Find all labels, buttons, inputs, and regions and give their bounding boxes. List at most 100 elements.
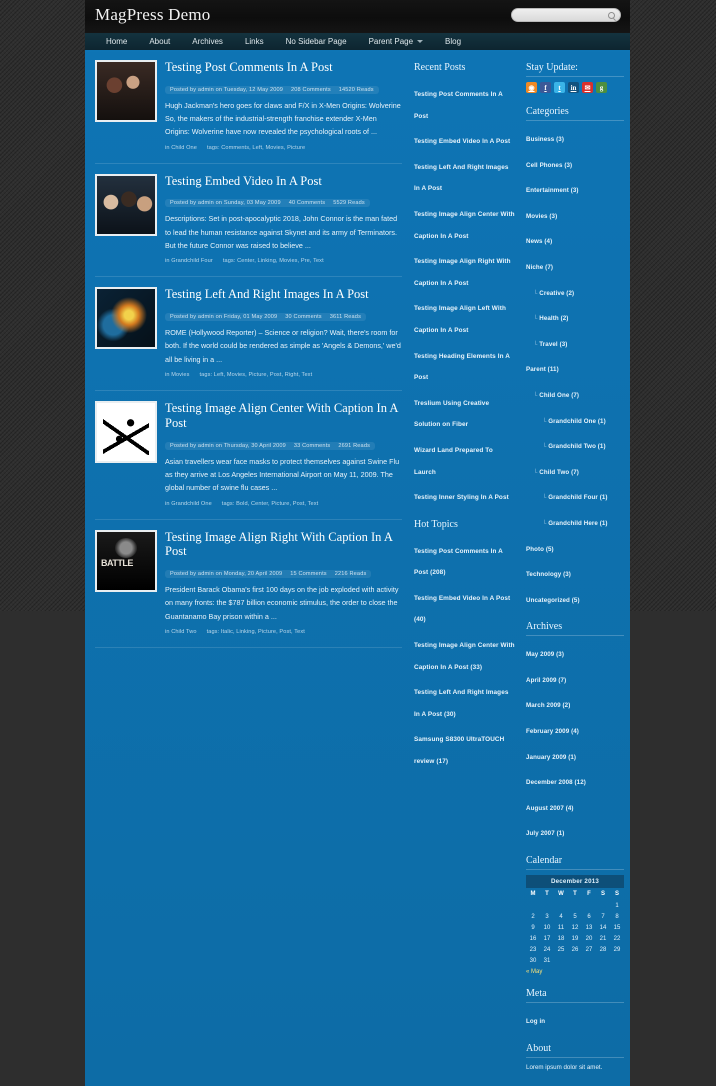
post-category[interactable]: in Grandchild Four (165, 258, 213, 264)
category-link[interactable]: Grandchild Here (1) (548, 520, 607, 527)
archive-link[interactable]: January 2009 (1) (526, 754, 576, 761)
category-link[interactable]: Technology (3) (526, 571, 571, 578)
calendar-day[interactable]: 25 (554, 944, 568, 955)
delicious-feed-icon[interactable]: ✉ (582, 82, 593, 93)
post-title-link[interactable]: Testing Post Comments In A Post (165, 60, 402, 75)
nav-item-parent-page[interactable]: Parent Page (358, 32, 434, 51)
category-link[interactable]: Photo (5) (526, 546, 554, 553)
archive-link[interactable]: May 2009 (3) (526, 651, 564, 658)
post-thumbnail[interactable] (95, 60, 157, 122)
category-link[interactable]: Entertainment (3) (526, 187, 579, 194)
calendar-day[interactable]: 23 (526, 944, 540, 955)
facebook-icon[interactable]: f (540, 82, 551, 93)
category-link[interactable]: Uncategorized (5) (526, 597, 580, 604)
calendar-day[interactable]: 3 (540, 911, 554, 922)
calendar-day[interactable]: 29 (610, 944, 624, 955)
search-icon[interactable] (608, 12, 615, 19)
calendar-day[interactable]: 14 (596, 922, 610, 933)
recent-post-link[interactable]: Testing Left And Right Images In A Post (414, 164, 509, 193)
calendar-day[interactable]: 2 (526, 911, 540, 922)
calendar-day[interactable]: 24 (540, 944, 554, 955)
hot-topic-link[interactable]: Testing Left And Right Images In A Post … (414, 689, 509, 718)
main-navigation[interactable]: Home About Archives Links No Sidebar Page Par… (85, 33, 630, 52)
calendar-day[interactable]: 13 (582, 922, 596, 933)
search-box[interactable] (511, 8, 621, 22)
recent-post-link[interactable]: Testing Heading Elements In A Post (414, 353, 510, 382)
calendar-day[interactable]: 10 (540, 922, 554, 933)
meta-link[interactable]: Log in (526, 1018, 545, 1025)
google-icon[interactable]: g (596, 82, 607, 93)
archive-link[interactable]: July 2007 (1) (526, 830, 564, 837)
category-link[interactable]: News (4) (526, 238, 552, 245)
calendar-day[interactable]: 28 (596, 944, 610, 955)
post-tags[interactable]: tags: Bold, Center, Picture, Post, Text (222, 501, 318, 507)
category-link[interactable]: Grandchild Four (1) (548, 494, 607, 501)
recent-post-link[interactable]: Testing Image Align Center With Caption … (414, 211, 515, 240)
calendar-day[interactable]: 5 (568, 911, 582, 922)
calendar-day[interactable]: 20 (582, 933, 596, 944)
post-title-link[interactable]: Testing Embed Video In A Post (165, 174, 402, 189)
calendar-day[interactable]: 17 (540, 933, 554, 944)
calendar-day[interactable]: 16 (526, 933, 540, 944)
recent-post-link[interactable]: Wizard Land Prepared To Laurch (414, 447, 493, 476)
category-link[interactable]: Grandchild One (1) (548, 418, 606, 425)
post-title-link[interactable]: Testing Image Align Center With Caption … (165, 401, 402, 431)
calendar-day[interactable]: 19 (568, 933, 582, 944)
post-category[interactable]: in Grandchild One (165, 501, 212, 507)
nav-item-links[interactable]: Links (234, 32, 275, 51)
category-link[interactable]: Movies (3) (526, 213, 557, 220)
post-title-link[interactable]: Testing Image Align Right With Caption I… (165, 530, 402, 560)
calendar-day[interactable]: 6 (582, 911, 596, 922)
post-thumbnail[interactable] (95, 173, 157, 236)
post-category[interactable]: in Child Two (165, 629, 197, 635)
calendar-day[interactable]: 31 (540, 955, 554, 966)
category-link[interactable]: Niche (7) (526, 264, 553, 271)
linkedin-icon[interactable]: in (568, 82, 579, 93)
hot-topic-link[interactable]: Testing Image Align Center With Caption … (414, 642, 515, 671)
category-link[interactable]: Child One (7) (539, 392, 579, 399)
nav-item-archives[interactable]: Archives (181, 32, 234, 51)
archive-link[interactable]: April 2009 (7) (526, 677, 566, 684)
calendar-day[interactable]: 30 (526, 955, 540, 966)
calendar-day[interactable]: 18 (554, 933, 568, 944)
post-thumbnail[interactable] (95, 529, 157, 592)
recent-post-link[interactable]: Testing Post Comments In A Post (414, 91, 503, 120)
post-category[interactable]: in Movies (165, 372, 190, 378)
hot-topic-link[interactable]: Testing Embed Video In A Post (40) (414, 595, 510, 624)
category-link[interactable]: Creative (2) (539, 290, 574, 297)
calendar-day[interactable]: 9 (526, 922, 540, 933)
calendar-day[interactable]: 26 (568, 944, 582, 955)
recent-post-link[interactable]: Testing Inner Styling In A Post (414, 494, 509, 501)
calendar-day[interactable]: 21 (596, 933, 610, 944)
post-thumbnail[interactable] (95, 287, 157, 350)
nav-item-home[interactable]: Home (95, 32, 138, 51)
calendar-day[interactable]: 15 (610, 922, 624, 933)
calendar-day[interactable]: 27 (582, 944, 596, 955)
archive-link[interactable]: August 2007 (4) (526, 805, 574, 812)
recent-post-link[interactable]: Treslium Using Creative Solution on Fibe… (414, 400, 489, 429)
category-link[interactable]: Cell Phones (3) (526, 162, 572, 169)
post-tags[interactable]: tags: Left, Movies, Picture, Post, Right… (200, 372, 313, 378)
recent-post-link[interactable]: Testing Embed Video In A Post (414, 138, 510, 145)
category-link[interactable]: Health (2) (539, 315, 568, 322)
category-link[interactable]: Child Two (7) (539, 469, 579, 476)
category-link[interactable]: Grandchild Two (1) (548, 443, 605, 450)
twitter-icon[interactable]: t (554, 82, 565, 93)
archive-link[interactable]: March 2009 (2) (526, 702, 570, 709)
calendar-day[interactable]: 8 (610, 911, 624, 922)
post-tags[interactable]: tags: Italic, Linking, Picture, Post, Te… (207, 629, 305, 635)
rss-icon[interactable]: ◉ (526, 82, 537, 93)
calendar-day[interactable]: 12 (568, 922, 582, 933)
category-link[interactable]: Travel (3) (539, 341, 567, 348)
nav-item-about[interactable]: About (138, 32, 181, 51)
calendar-day[interactable]: 1 (610, 900, 624, 911)
calendar-day[interactable]: 4 (554, 911, 568, 922)
calendar-prev-link[interactable]: « May (526, 969, 624, 975)
search-input[interactable] (512, 9, 604, 21)
archive-link[interactable]: December 2008 (12) (526, 779, 586, 786)
calendar-day[interactable]: 11 (554, 922, 568, 933)
post-tags[interactable]: tags: Center, Linking, Movies, Pre, Text (223, 258, 324, 264)
nav-item-blog[interactable]: Blog (434, 32, 472, 51)
post-category[interactable]: in Child One (165, 145, 197, 151)
category-link[interactable]: Parent (11) (526, 366, 559, 373)
